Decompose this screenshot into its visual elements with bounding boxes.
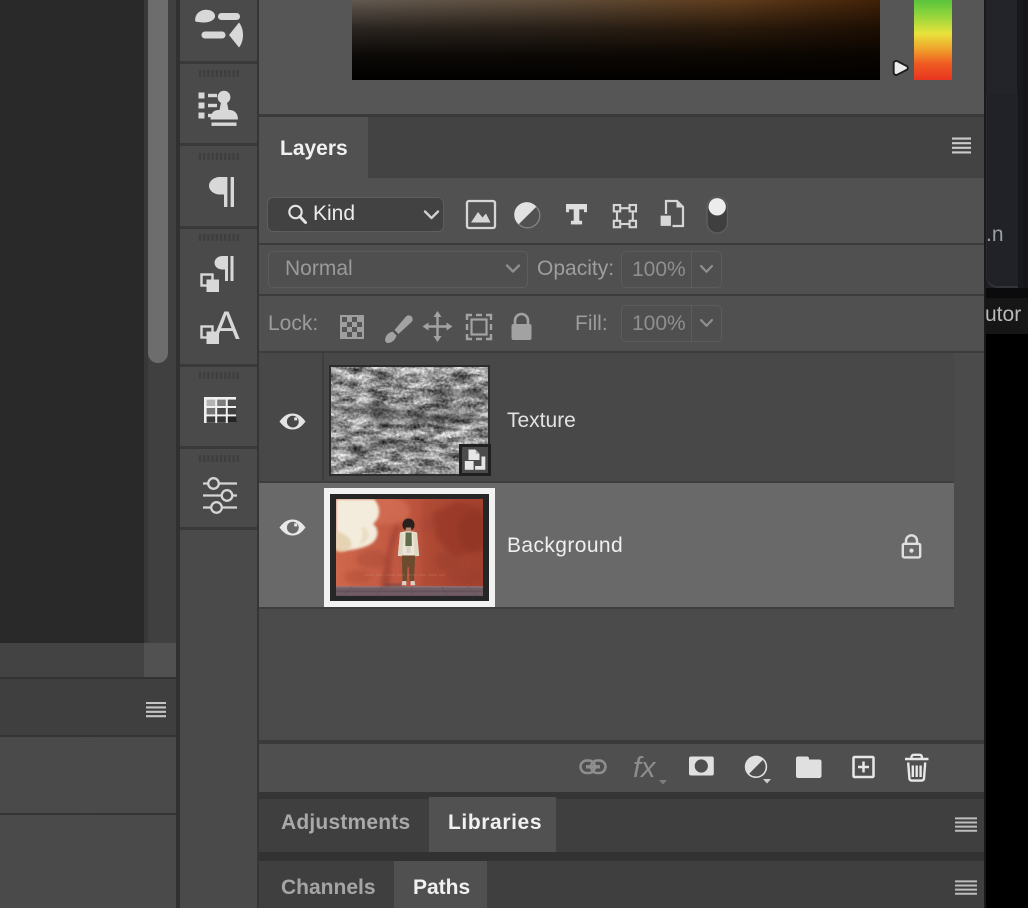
svg-text:fx: fx bbox=[633, 752, 657, 784]
